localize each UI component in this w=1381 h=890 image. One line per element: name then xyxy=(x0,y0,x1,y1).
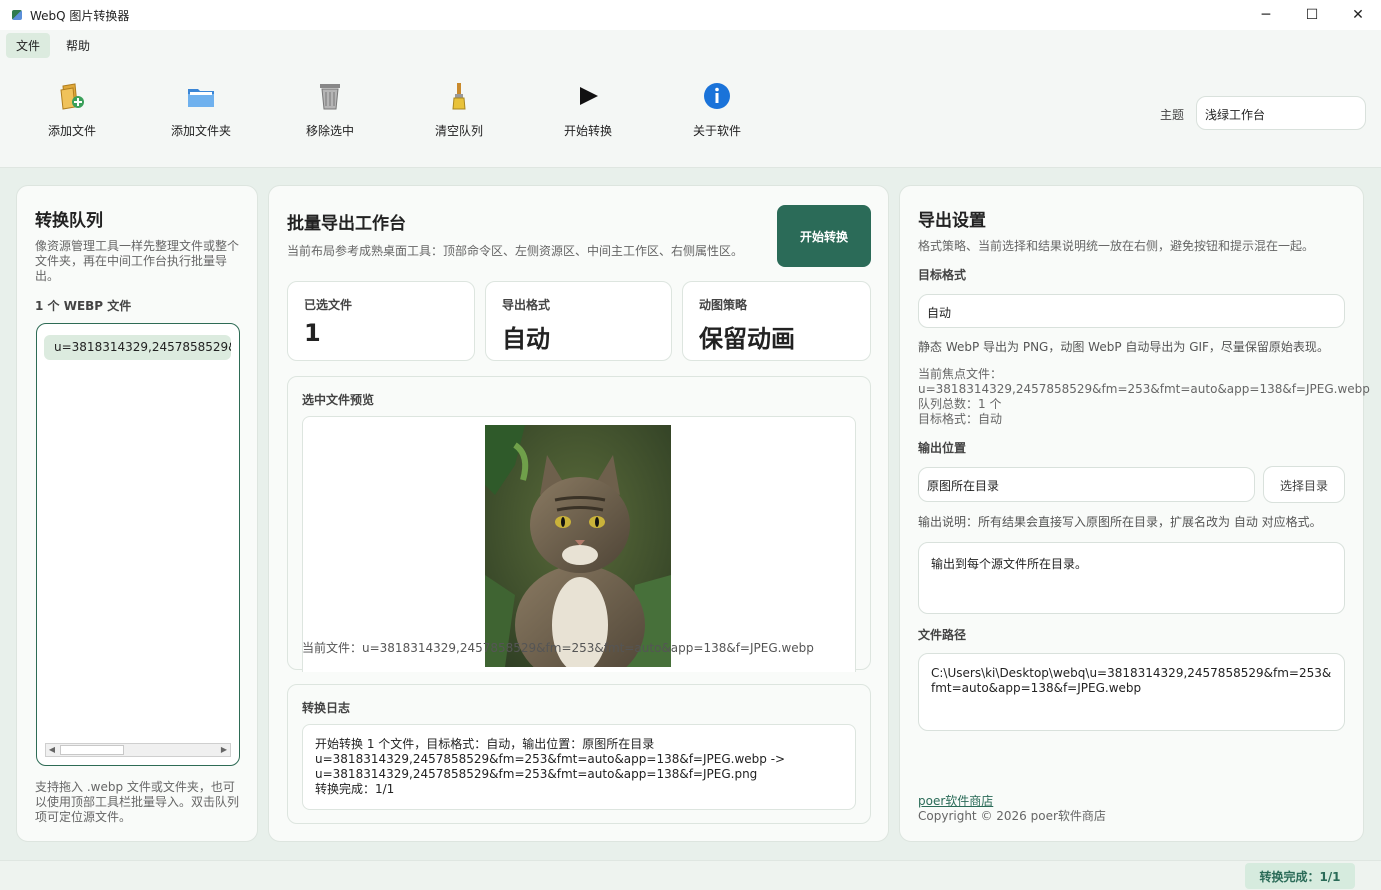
log-title: 转换日志 xyxy=(302,701,351,715)
queue-count: 1 个 WEBP 文件 xyxy=(35,299,132,313)
copyright: Copyright © 2026 poer软件商店 xyxy=(918,809,1106,823)
export-settings-description: 格式策略、当前选择和结果说明统一放在右侧，避免按钮和提示混在一起。 xyxy=(918,239,1315,253)
preview-caption: 当前文件：u=3818314329,2457858529&fm=253&fmt=… xyxy=(302,641,814,655)
focus-line: u=3818314329,2457858529&fm=253&fmt=auto&… xyxy=(918,382,1370,396)
export-settings-panel: 导出设置 格式策略、当前选择和结果说明统一放在右侧，避免按钮和提示混在一起。 目… xyxy=(899,185,1370,842)
status-badge: 转换完成：1/1 xyxy=(1245,863,1355,889)
target-format-label: 目标格式 xyxy=(918,268,967,282)
list-item[interactable]: u=3818314329,2457858529&fm=253&fmt=auto&… xyxy=(44,335,231,360)
file-path-box: C:\Users\ki\Desktop\webq\u=3818314329,24… xyxy=(918,653,1345,731)
target-format-select[interactable]: 自动 xyxy=(918,294,1345,328)
window-title: WebQ 图片转换器 xyxy=(30,8,130,23)
scroll-right-icon[interactable]: ▶ xyxy=(218,744,230,756)
start-convert-tool-label: 开始转换 xyxy=(563,124,612,138)
title-bar: WebQ 图片转换器 ─ ☐ ✕ xyxy=(0,0,1381,30)
queue-hint: 支持拖入 .webp 文件或文件夹，也可以使用顶部工具栏批量导入。双击队列项可定… xyxy=(35,780,240,824)
stat-label: 已选文件 xyxy=(304,298,353,312)
add-file-icon xyxy=(56,80,88,112)
info-icon xyxy=(701,80,733,112)
add-file-button[interactable]: 添加文件 xyxy=(22,80,122,139)
toolbar: 添加文件 添加文件夹 移除选中 清空队列 开始转换 关于软件 主题 浅绿工作台 xyxy=(0,60,1381,168)
stat-value: 保留动画 xyxy=(699,325,795,353)
output-description-box: 输出到每个源文件所在目录。 xyxy=(918,542,1345,614)
file-path-label: 文件路径 xyxy=(918,628,967,642)
theme-select[interactable]: 浅绿工作台 xyxy=(1196,96,1366,130)
queue-panel: 转换队列 像资源管理工具一样先整理文件或整个文件夹，再在中间工作台执行批量导出。… xyxy=(16,185,258,842)
stat-value: 自动 xyxy=(502,325,550,353)
animation-policy-card: 动图策略 保留动画 xyxy=(682,281,871,361)
app-logo-icon xyxy=(12,10,22,20)
focus-info: 当前焦点文件： u=3818314329,2457858529&fm=253&f… xyxy=(918,367,1370,427)
window-controls: ─ ☐ ✕ xyxy=(1243,0,1381,30)
menu-bar: 文件 帮助 xyxy=(0,30,1381,60)
log-line: 开始转换 1 个文件，目标格式：自动，输出位置：原图所在目录 xyxy=(315,737,655,751)
remove-selected-button[interactable]: 移除选中 xyxy=(280,80,380,139)
focus-line: 队列总数：1 个 xyxy=(918,397,1002,411)
focus-line: 目标格式：自动 xyxy=(918,412,1003,426)
target-format-note: 静态 WebP 导出为 PNG，动图 WebP 自动导出为 GIF，尽量保留原始… xyxy=(918,340,1329,354)
export-settings-title: 导出设置 xyxy=(918,211,986,231)
selected-files-card: 已选文件 1 xyxy=(287,281,475,361)
maximize-button[interactable]: ☐ xyxy=(1289,0,1335,30)
preview-card: 选中文件预览 当前文件：u=3818314329,2457858529&fm=2… xyxy=(287,376,871,672)
about-button[interactable]: 关于软件 xyxy=(667,80,767,139)
about-label: 关于软件 xyxy=(692,124,741,138)
scroll-left-icon[interactable]: ◀ xyxy=(46,744,58,756)
scroll-thumb[interactable] xyxy=(60,745,124,755)
choose-directory-button[interactable]: 选择目录 xyxy=(1263,466,1345,503)
log-line: 转换完成：1/1 xyxy=(315,782,395,796)
queue-list[interactable]: u=3818314329,2457858529&fm=253&fmt=auto&… xyxy=(36,323,240,766)
minimize-button[interactable]: ─ xyxy=(1243,0,1289,30)
workspace-panel: 批量导出工作台 当前布局参考成熟桌面工具：顶部命令区、左侧资源区、中间主工作区、… xyxy=(268,185,889,842)
workspace-description: 当前布局参考成熟桌面工具：顶部命令区、左侧资源区、中间主工作区、右侧属性区。 xyxy=(287,244,744,258)
add-folder-icon xyxy=(185,80,217,112)
remove-selected-label: 移除选中 xyxy=(305,124,354,138)
add-file-label: 添加文件 xyxy=(47,124,96,138)
stat-label: 动图策略 xyxy=(699,298,748,312)
log-line: u=3818314329,2457858529&fm=253&fmt=auto&… xyxy=(315,767,758,781)
clear-queue-label: 清空队列 xyxy=(434,124,483,138)
preview-image xyxy=(485,425,671,667)
store-link[interactable]: poer软件商店 xyxy=(918,794,993,809)
stat-value: 1 xyxy=(304,319,321,347)
start-convert-tool-button[interactable]: 开始转换 xyxy=(538,80,638,139)
workspace-title: 批量导出工作台 xyxy=(287,214,406,234)
preview-title: 选中文件预览 xyxy=(302,393,375,407)
menu-file[interactable]: 文件 xyxy=(6,32,51,58)
add-folder-button[interactable]: 添加文件夹 xyxy=(151,80,251,139)
start-convert-button[interactable]: 开始转换 xyxy=(777,205,871,267)
play-icon xyxy=(572,80,604,112)
close-button[interactable]: ✕ xyxy=(1335,0,1381,30)
export-format-card: 导出格式 自动 xyxy=(485,281,672,361)
status-bar: 转换完成：1/1 xyxy=(0,860,1381,890)
brush-icon xyxy=(443,80,475,112)
queue-title: 转换队列 xyxy=(35,211,103,231)
add-folder-label: 添加文件夹 xyxy=(170,124,231,138)
theme-label: 主题 xyxy=(1160,108,1185,122)
queue-description: 像资源管理工具一样先整理文件或整个文件夹，再在中间工作台执行批量导出。 xyxy=(35,239,240,283)
trash-icon xyxy=(314,80,346,112)
menu-help[interactable]: 帮助 xyxy=(56,33,100,58)
clear-queue-button[interactable]: 清空队列 xyxy=(409,80,509,139)
log-line: u=3818314329,2457858529&fm=253&fmt=auto&… xyxy=(315,752,786,766)
preview-area xyxy=(302,416,856,672)
output-note: 输出说明：所有结果会直接写入原图所在目录，扩展名改为 自动 对应格式。 xyxy=(918,515,1322,529)
horizontal-scrollbar[interactable]: ◀ ▶ xyxy=(45,743,231,757)
stat-label: 导出格式 xyxy=(502,298,551,312)
log-area: 开始转换 1 个文件，目标格式：自动，输出位置：原图所在目录 u=3818314… xyxy=(302,724,856,810)
output-location-select[interactable]: 原图所在目录 xyxy=(918,467,1255,502)
output-location-label: 输出位置 xyxy=(918,441,967,455)
log-card: 转换日志 开始转换 1 个文件，目标格式：自动，输出位置：原图所在目录 u=38… xyxy=(287,684,871,824)
focus-line: 当前焦点文件： xyxy=(918,367,1003,381)
